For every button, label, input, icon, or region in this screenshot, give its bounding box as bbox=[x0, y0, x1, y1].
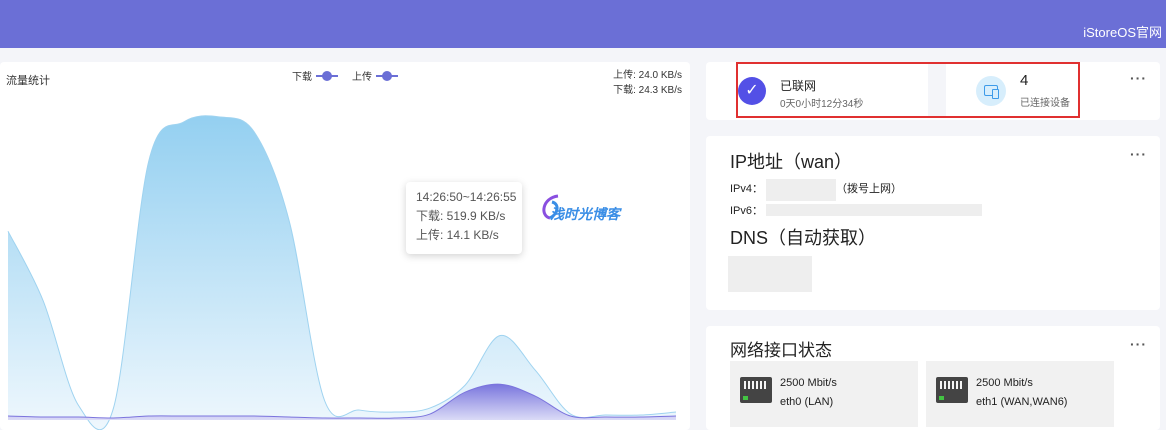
port-name: eth0 (LAN) bbox=[780, 396, 834, 408]
network-card: 网络接口状态 ··· 2500 Mbit/s eth0 (LAN) 2500 M… bbox=[706, 326, 1160, 430]
port-eth1[interactable]: 2500 Mbit/s eth1 (WAN,WAN6) bbox=[926, 361, 1114, 427]
ipv6-label: IPv6： bbox=[730, 205, 764, 217]
ethernet-port-icon bbox=[936, 377, 968, 403]
dns-title: DNS（自动获取） bbox=[730, 228, 877, 248]
ip-title: IP地址（wan） bbox=[730, 152, 853, 172]
series-line-upload bbox=[7, 383, 677, 419]
connection-label: 已联网 bbox=[780, 79, 817, 93]
istoreos-link[interactable]: iStoreOS官网 bbox=[1083, 22, 1162, 41]
top-bar: iStoreOS官网 bbox=[0, 0, 1166, 48]
ip-card: IP地址（wan） ··· IPv4： （拨号上网） IPv6： DNS（自动获… bbox=[706, 136, 1160, 310]
ipv4-redacted bbox=[766, 179, 836, 201]
watermark-logo: 浅时光博客 bbox=[538, 192, 620, 227]
watermark-text: 浅时光博客 bbox=[550, 206, 620, 222]
tooltip-download: 下载: 519.9 KB/s bbox=[416, 209, 506, 223]
devices-label: 已连接设备 bbox=[1020, 98, 1070, 109]
legend-upload[interactable]: 上传 bbox=[352, 68, 398, 83]
tooltip-upload: 上传: 14.1 KB/s bbox=[416, 228, 499, 242]
ipv6-redacted bbox=[766, 204, 982, 216]
network-more-icon[interactable]: ··· bbox=[1130, 336, 1147, 352]
ipv4-type: （拨号上网） bbox=[836, 183, 902, 195]
tooltip-time: 14:26:50~14:26:55 bbox=[416, 190, 517, 204]
port-eth0[interactable]: 2500 Mbit/s eth0 (LAN) bbox=[730, 361, 918, 427]
traffic-chart[interactable] bbox=[0, 92, 690, 430]
port-name: eth1 (WAN,WAN6) bbox=[976, 396, 1068, 408]
traffic-title: 流量统计 bbox=[6, 75, 50, 87]
status-card: ✓ 已联网 0天0小时12分34秒 4 已连接设备 ··· bbox=[706, 62, 1160, 120]
ip-more-icon[interactable]: ··· bbox=[1130, 146, 1147, 162]
upload-rate: 上传: 24.0 KB/s bbox=[613, 70, 682, 81]
devices-icon bbox=[976, 76, 1006, 106]
series-line-download bbox=[7, 115, 677, 430]
traffic-card: 流量统计 下载 上传 上传: 24.0 KB/s 下载: 24.3 KB/s 1… bbox=[0, 62, 690, 430]
chart-legend: 下载 上传 bbox=[292, 68, 398, 83]
uptime: 0天0小时12分34秒 bbox=[780, 99, 864, 110]
legend-upload-swatch bbox=[376, 70, 398, 81]
status-more-icon[interactable]: ··· bbox=[1130, 70, 1147, 86]
dns-redacted bbox=[728, 256, 812, 292]
port-speed: 2500 Mbit/s bbox=[976, 377, 1033, 389]
device-count: 4 bbox=[1020, 72, 1029, 89]
legend-download[interactable]: 下载 bbox=[292, 68, 338, 83]
series-area-download bbox=[8, 115, 676, 430]
network-title: 网络接口状态 bbox=[730, 341, 832, 360]
port-speed: 2500 Mbit/s bbox=[780, 377, 837, 389]
ipv4-label: IPv4： bbox=[730, 183, 764, 195]
series-area-upload bbox=[8, 384, 676, 420]
check-icon: ✓ bbox=[738, 77, 766, 105]
legend-download-swatch bbox=[316, 70, 338, 81]
legend-download-label: 下载 bbox=[292, 72, 312, 83]
legend-upload-label: 上传 bbox=[352, 72, 372, 83]
ethernet-port-icon bbox=[740, 377, 772, 403]
chart-tooltip: 14:26:50~14:26:55 下载: 519.9 KB/s 上传: 14.… bbox=[406, 182, 522, 254]
